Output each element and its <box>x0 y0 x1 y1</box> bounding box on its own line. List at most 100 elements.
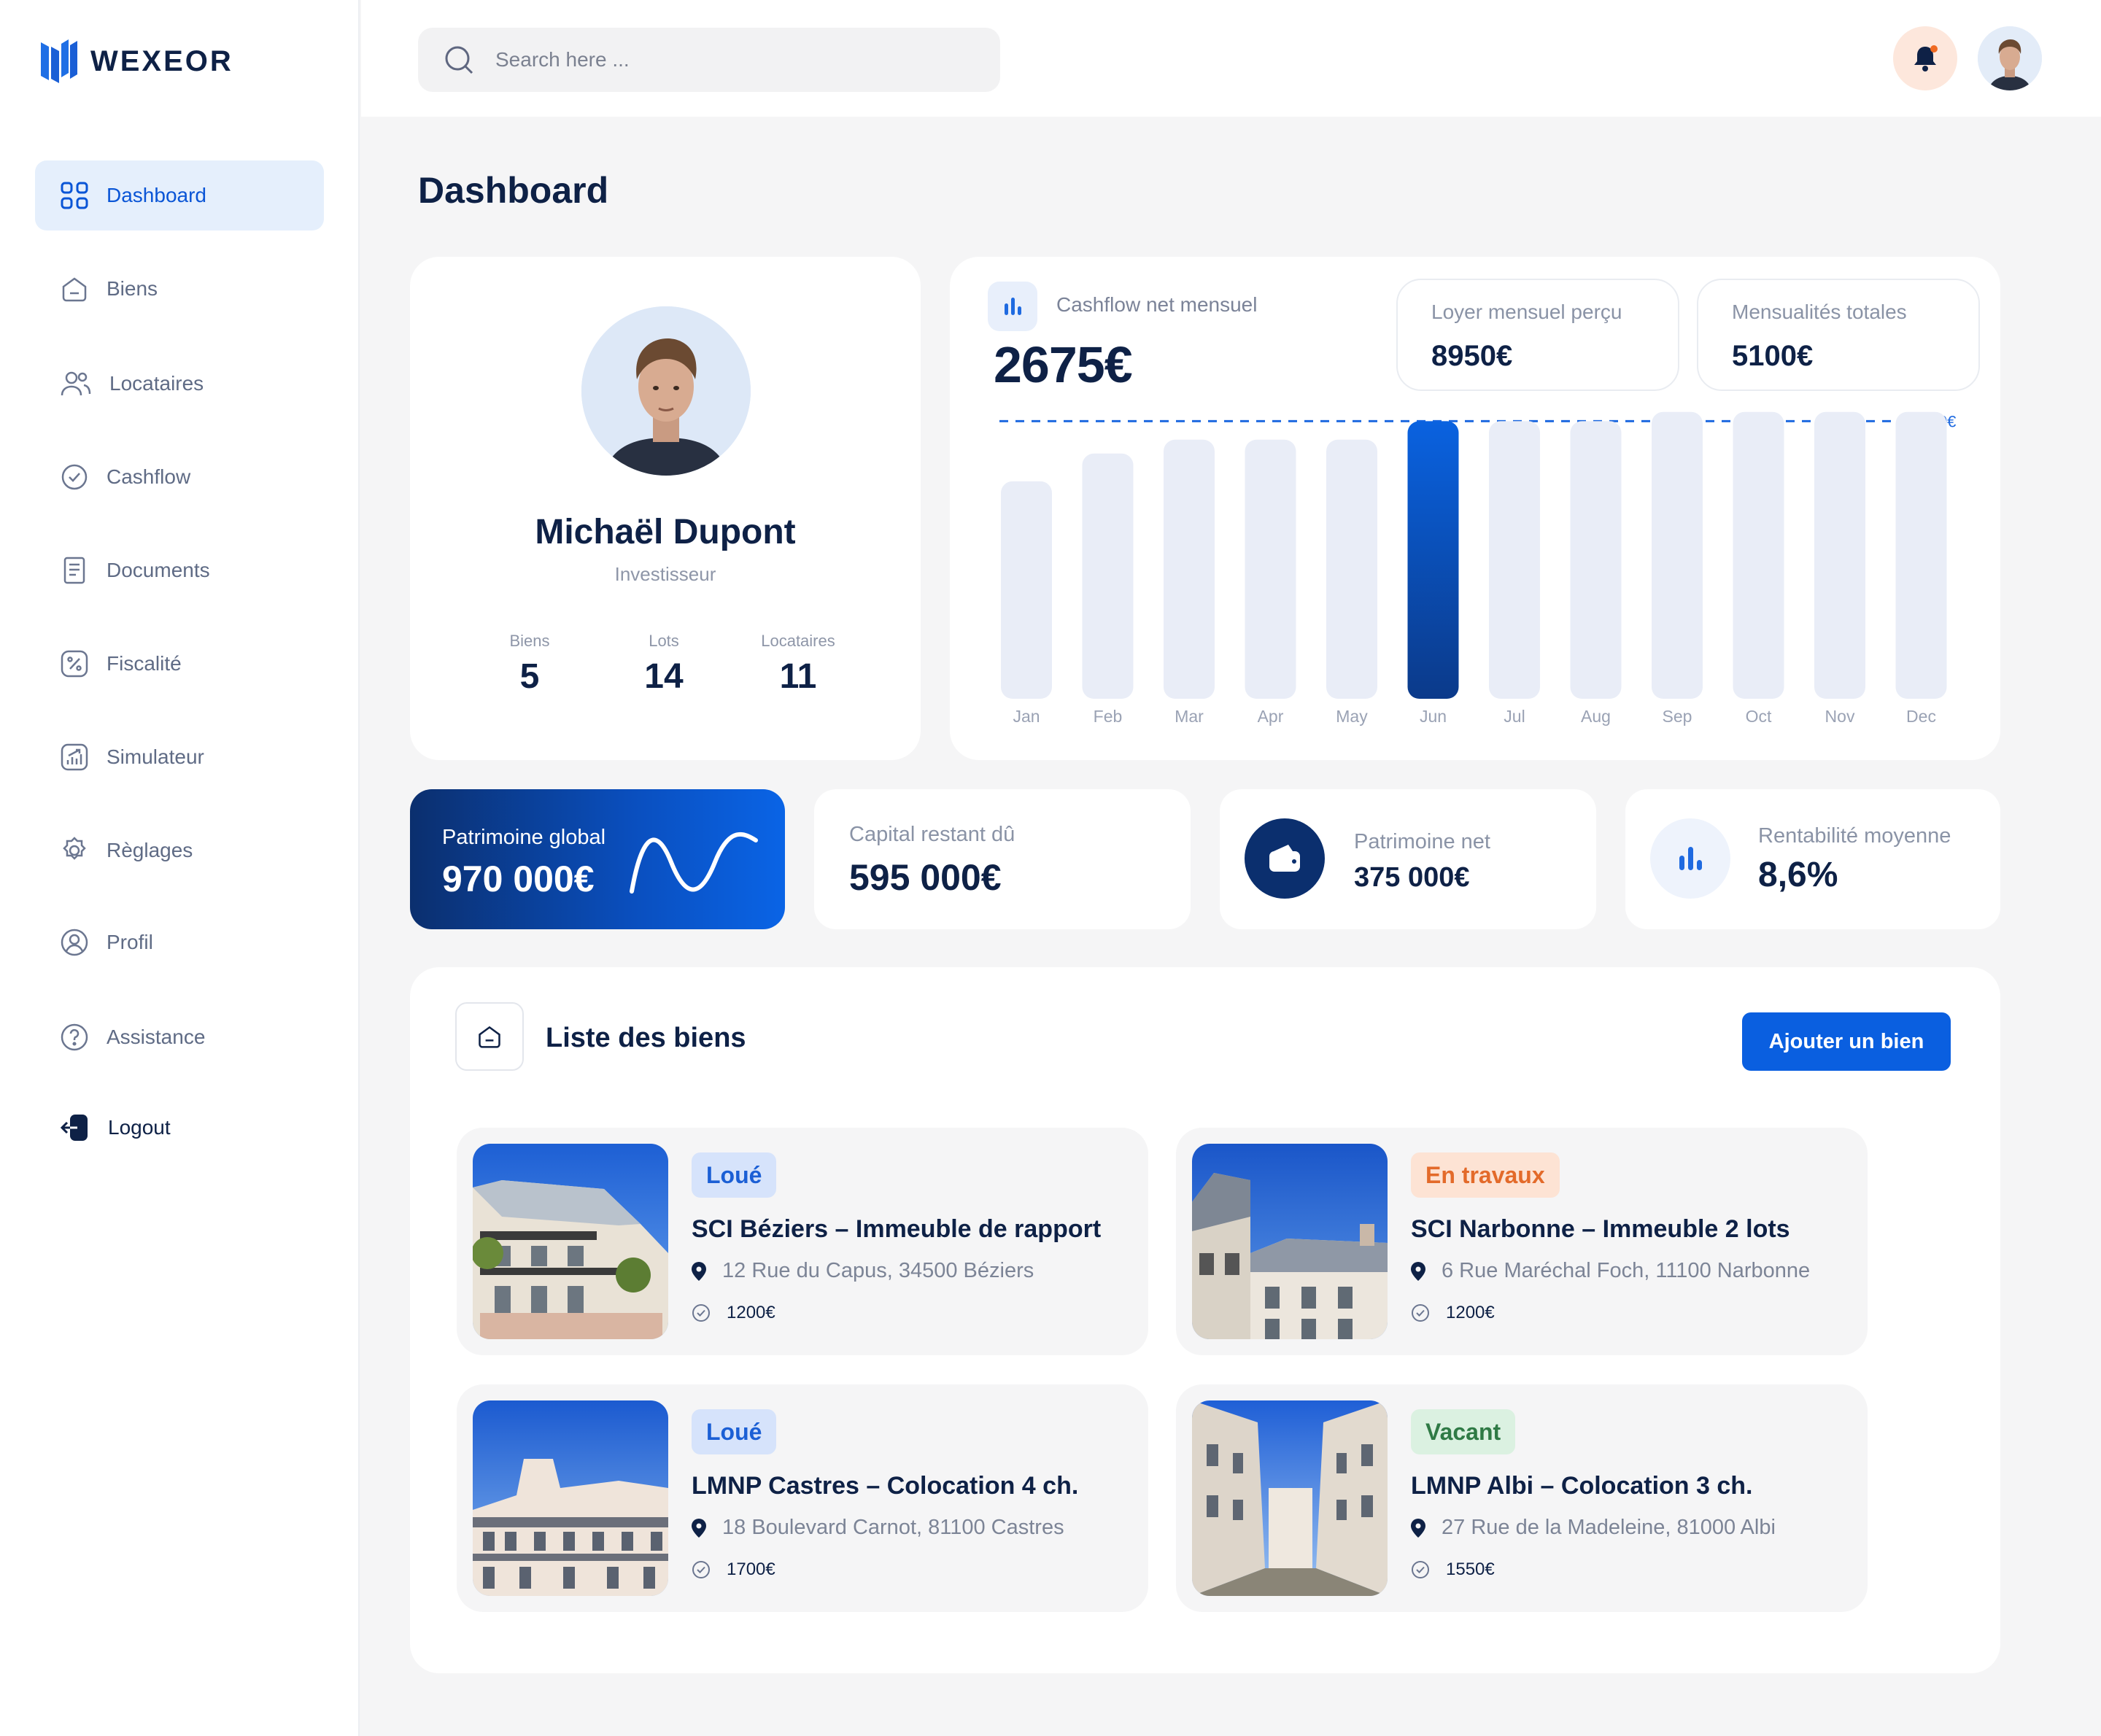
bar-may[interactable] <box>1326 439 1377 699</box>
profile-avatar <box>581 306 751 476</box>
x-tick-label: Nov <box>1825 707 1855 726</box>
x-tick-label: Dec <box>1906 707 1936 726</box>
logo[interactable]: WEXEOR <box>41 39 233 83</box>
wexeor-logo-icon <box>41 39 77 83</box>
address-text: 12 Rue du Capus, 34500 Béziers <box>722 1259 1034 1282</box>
status-badge: Loué <box>692 1152 777 1198</box>
rent-text: 1200€ <box>1446 1303 1495 1322</box>
profile-name: Michaël Dupont <box>535 513 796 551</box>
sidebar-item-profil[interactable]: Profil <box>35 907 324 977</box>
x-tick-label: Sep <box>1663 707 1692 726</box>
bar-apr[interactable] <box>1245 439 1296 699</box>
property-card[interactable]: Vacant LMNP Albi – Colocation 3 ch. 27 R… <box>1176 1384 1868 1612</box>
property-photo <box>473 1144 668 1339</box>
property-photo <box>1192 1144 1388 1339</box>
sidebar-item-biens[interactable]: Biens <box>35 254 324 324</box>
sidebar-item-label: Assistance <box>107 1026 206 1048</box>
home-icon <box>455 1002 524 1071</box>
sidebar-item-locataires[interactable]: Locataires <box>35 349 324 419</box>
trend-wave-icon <box>630 832 758 894</box>
x-tick-label: Jun <box>1420 707 1447 726</box>
sidebar-item-fiscalite[interactable]: Fiscalité <box>35 629 324 699</box>
location-pin-icon <box>692 1261 706 1281</box>
patrimoine-global-value: 970 000€ <box>442 859 595 899</box>
x-tick-label: Jan <box>1013 707 1040 726</box>
profile-card: Michaël Dupont Investisseur Biens 5 Lots… <box>410 257 921 760</box>
bar-feb[interactable] <box>1082 453 1134 699</box>
check-circle-icon <box>692 1561 710 1578</box>
user-circle-icon <box>61 929 88 956</box>
sidebar-item-dashboard[interactable]: Dashboard <box>35 160 324 230</box>
sidebar-item-label: Cashflow <box>107 465 191 488</box>
rentabilite-value: 8,6% <box>1758 856 1838 894</box>
sidebar-item-reglages[interactable]: Règlages <box>35 815 324 886</box>
stat-lots: Lots 14 <box>605 632 722 697</box>
app-name: WEXEOR <box>90 44 233 77</box>
bar-nov[interactable] <box>1814 411 1865 699</box>
grid-icon <box>61 182 88 209</box>
bar-jan[interactable] <box>1001 481 1052 699</box>
stat-label: Lots <box>649 632 679 650</box>
property-card[interactable]: Loué SCI Béziers – Immeuble de rapport 1… <box>457 1128 1148 1355</box>
chart-up-icon <box>61 743 88 771</box>
cashflow-card: Cashflow net mensuel 2675€ Loyer mensuel… <box>950 257 2000 760</box>
property-name: LMNP Castres – Colocation 4 ch. <box>692 1472 1079 1500</box>
sidebar-item-label: Simulateur <box>107 745 204 768</box>
sidebar-item-label: Dashboard <box>107 184 206 206</box>
rent-text: 1200€ <box>727 1303 775 1322</box>
bar-oct[interactable] <box>1733 411 1784 699</box>
sidebar: WEXEOR Dashboard Biens Locataires Cashfl… <box>0 0 360 1736</box>
property-rent: 1200€ <box>1411 1303 1495 1323</box>
stat-label: Biens <box>509 632 550 650</box>
sidebar-item-label: Profil <box>107 931 153 953</box>
x-tick-label: Mar <box>1175 707 1204 726</box>
x-tick-label: Jul <box>1504 707 1525 726</box>
check-circle-icon <box>61 464 88 490</box>
location-pin-icon <box>692 1518 706 1538</box>
property-card[interactable]: En travaux SCI Narbonne – Immeuble 2 lot… <box>1176 1128 1868 1355</box>
bell-icon <box>1914 45 1938 71</box>
user-avatar[interactable] <box>1978 26 2042 90</box>
bar-dec[interactable] <box>1895 411 1947 699</box>
bar-aug[interactable] <box>1570 421 1622 699</box>
list-title: Liste des biens <box>546 1023 746 1053</box>
patrimoine-net-value: 375 000€ <box>1354 862 1470 893</box>
search-input[interactable] <box>495 48 962 71</box>
sidebar-item-label: Documents <box>107 559 210 581</box>
sidebar-item-logout[interactable]: Logout <box>35 1093 324 1163</box>
sidebar-item-documents[interactable]: Documents <box>35 535 324 605</box>
patrimoine-global-label: Patrimoine global <box>442 826 606 849</box>
sidebar-item-label: Biens <box>107 277 158 300</box>
bar-mar[interactable] <box>1164 439 1215 699</box>
sidebar-item-cashflow[interactable]: Cashflow <box>35 442 324 512</box>
rentabilite-card: Rentabilité moyenne 8,6% <box>1625 789 2000 929</box>
bar-jun[interactable] <box>1407 421 1459 699</box>
add-property-button[interactable]: Ajouter un bien <box>1742 1012 1951 1071</box>
bar-sep[interactable] <box>1652 411 1703 699</box>
property-photo <box>473 1400 668 1596</box>
address-text: 6 Rue Maréchal Foch, 11100 Narbonne <box>1442 1259 1811 1282</box>
property-address: 27 Rue de la Madeleine, 81000 Albi <box>1411 1516 1776 1540</box>
profile-role: Investisseur <box>614 563 716 585</box>
rent-text: 1700€ <box>727 1559 775 1579</box>
avatar-image <box>1978 26 2042 90</box>
property-name: SCI Narbonne – Immeuble 2 lots <box>1411 1215 1790 1243</box>
sidebar-item-simulateur[interactable]: Simulateur <box>35 722 324 792</box>
search-bar[interactable] <box>418 28 1000 92</box>
property-card[interactable]: Loué LMNP Castres – Colocation 4 ch. 18 … <box>457 1384 1148 1612</box>
x-tick-label: May <box>1336 707 1368 726</box>
page-title: Dashboard <box>418 170 609 211</box>
property-name: LMNP Albi – Colocation 3 ch. <box>1411 1472 1753 1500</box>
status-badge: Vacant <box>1411 1409 1516 1454</box>
bar-jul[interactable] <box>1489 421 1540 699</box>
patrimoine-net-card: Patrimoine net 375 000€ <box>1220 789 1596 929</box>
x-tick-label: Aug <box>1581 707 1611 726</box>
location-pin-icon <box>1411 1518 1425 1538</box>
stat-value: 11 <box>779 657 817 696</box>
percent-icon <box>61 650 88 678</box>
sidebar-item-label: Règlages <box>107 839 193 861</box>
address-text: 18 Boulevard Carnot, 81100 Castres <box>722 1516 1064 1539</box>
notification-button[interactable] <box>1893 26 1957 90</box>
sidebar-item-assistance[interactable]: Assistance <box>35 1002 324 1072</box>
sidebar-item-label: Logout <box>108 1116 171 1139</box>
